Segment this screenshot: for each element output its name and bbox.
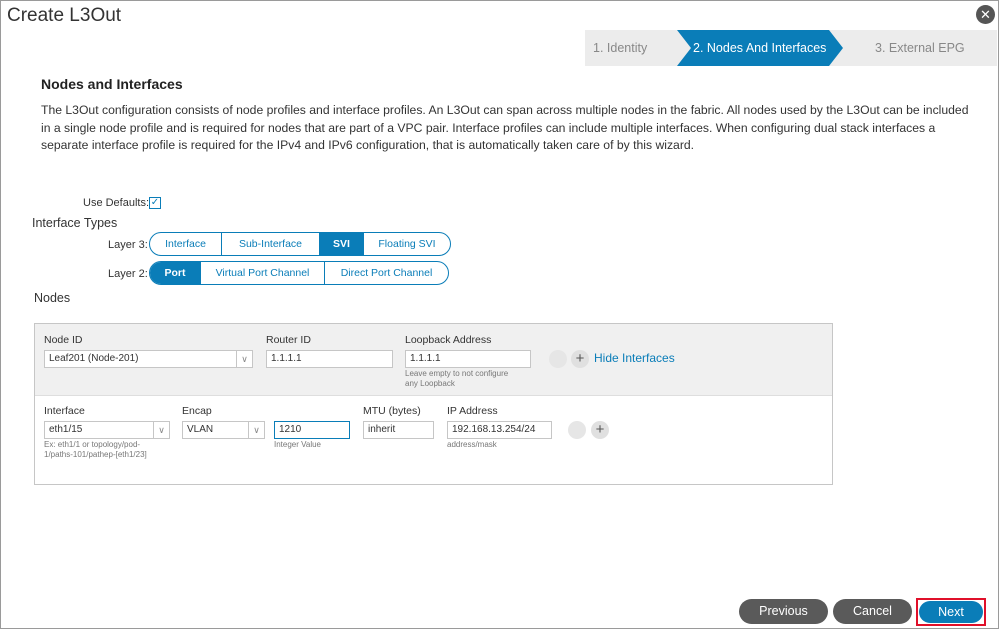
plus-icon: +	[595, 421, 605, 438]
previous-button[interactable]: Previous	[739, 599, 828, 624]
add-interface-button[interactable]: +	[591, 421, 609, 439]
layer3-label: Layer 3:	[108, 239, 148, 251]
chevron-down-icon[interactable]: ∨	[236, 351, 252, 367]
hide-interfaces-link[interactable]: Hide Interfaces	[594, 351, 675, 365]
loopback-hint-line-1: Leave empty to not configure	[405, 369, 509, 378]
interface-label: Interface	[44, 405, 85, 417]
layer2-segmented-control: Port Virtual Port Channel Direct Port Ch…	[149, 261, 449, 285]
router-id-input[interactable]: 1.1.1.1	[266, 350, 393, 368]
add-node-button[interactable]: +	[571, 350, 589, 368]
node-row: Node ID Leaf201 (Node-201) ∨ Router ID 1…	[35, 324, 832, 396]
node-profile-panel: Node ID Leaf201 (Node-201) ∨ Router ID 1…	[34, 323, 833, 485]
ip-address-input[interactable]: 192.168.13.254/24	[447, 421, 552, 439]
layer3-option-interface[interactable]: Interface	[150, 233, 222, 255]
dialog-window: Create L3Out ✕ 1. Identity 2. Nodes And …	[0, 0, 999, 629]
router-id-label: Router ID	[266, 334, 311, 346]
encap-label: Encap	[182, 405, 212, 417]
close-icon[interactable]: ✕	[976, 5, 995, 24]
layer2-option-virtual-port-channel[interactable]: Virtual Port Channel	[201, 262, 325, 284]
layer2-option-direct-port-channel[interactable]: Direct Port Channel	[325, 262, 448, 284]
interface-hint-line-1: Ex: eth1/1 or topology/pod-	[44, 440, 141, 449]
interface-types-label: Interface Types	[32, 216, 118, 230]
layer2-option-port[interactable]: Port	[150, 262, 201, 284]
use-defaults-checkbox[interactable]: ✓	[149, 197, 161, 209]
use-defaults-label: Use Defaults:	[83, 197, 150, 209]
encap-value-input[interactable]: 1210	[274, 421, 350, 439]
encap-type-select[interactable]: VLAN ∨	[182, 421, 265, 439]
ip-address-hint: address/mask	[447, 440, 497, 449]
loopback-address-label: Loopback Address	[405, 334, 492, 346]
node-id-label: Node ID	[44, 334, 83, 346]
cancel-button[interactable]: Cancel	[833, 599, 912, 624]
layer2-label: Layer 2:	[108, 268, 148, 280]
interface-hint-line-2: 1/paths-101/pathep-[eth1/23]	[44, 450, 147, 459]
wizard-step-nodes-and-interfaces[interactable]: 2. Nodes And Interfaces	[677, 30, 843, 66]
encap-hint: Integer Value	[274, 440, 321, 449]
dialog-title: Create L3Out	[7, 5, 122, 26]
encap-type-value: VLAN	[187, 424, 214, 435]
nodes-label: Nodes	[34, 291, 71, 305]
chevron-down-icon[interactable]: ∨	[153, 422, 169, 438]
wizard-step-identity[interactable]: 1. Identity	[593, 30, 647, 66]
check-icon: ✓	[150, 197, 160, 208]
wizard-steps: 1. Identity 2. Nodes And Interfaces 3. E…	[585, 30, 997, 66]
interface-value: eth1/15	[49, 424, 83, 435]
layer3-option-svi[interactable]: SVI	[320, 233, 364, 255]
plus-icon: +	[575, 350, 585, 367]
loopback-hint-line-2: any Loopback	[405, 379, 455, 388]
wizard-step-external-epg[interactable]: 3. External EPG	[875, 30, 965, 66]
layer3-option-floating-svi[interactable]: Floating SVI	[364, 233, 450, 255]
node-id-value: Leaf201 (Node-201)	[49, 353, 139, 364]
interface-select[interactable]: eth1/15 ∨	[44, 421, 170, 439]
loopback-address-input[interactable]: 1.1.1.1	[405, 350, 531, 368]
chevron-down-icon[interactable]: ∨	[248, 422, 264, 438]
node-id-select[interactable]: Leaf201 (Node-201) ∨	[44, 350, 253, 368]
layer3-option-sub-interface[interactable]: Sub-Interface	[222, 233, 320, 255]
layer3-segmented-control: Interface Sub-Interface SVI Floating SVI	[149, 232, 451, 256]
remove-node-button[interactable]	[549, 350, 567, 368]
mtu-input[interactable]: inherit	[363, 421, 434, 439]
next-button[interactable]: Next	[919, 601, 983, 623]
section-title: Nodes and Interfaces	[41, 76, 183, 92]
ip-address-label: IP Address	[447, 405, 498, 417]
remove-interface-button[interactable]	[568, 421, 586, 439]
section-description: The L3Out configuration consists of node…	[41, 103, 969, 152]
mtu-label: MTU (bytes)	[363, 405, 421, 417]
